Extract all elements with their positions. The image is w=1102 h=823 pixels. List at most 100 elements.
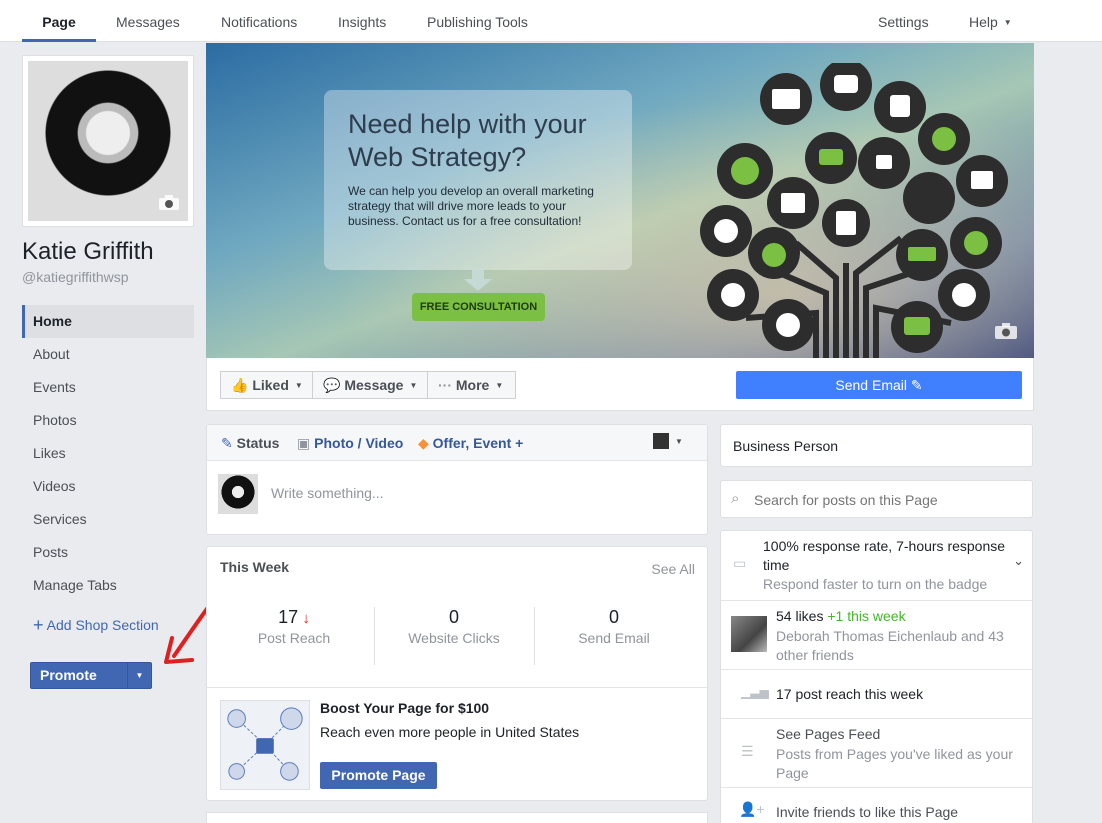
boost-illustration bbox=[220, 700, 310, 790]
top-navigation: Page Messages Notifications Insights Pub… bbox=[0, 0, 1102, 42]
news-feed-icon: ☰ bbox=[741, 743, 754, 759]
tab-help[interactable]: Help ▼ bbox=[969, 0, 1012, 42]
free-consultation-button: FREE CONSULTATION bbox=[412, 293, 545, 321]
sidebar-nav: Home About Events Photos Likes Videos Se… bbox=[22, 305, 194, 602]
help-label: Help bbox=[969, 14, 998, 30]
chevron-down-icon: ▼ bbox=[294, 381, 303, 390]
promote-button[interactable]: Promote ▼ bbox=[30, 662, 152, 689]
camera-icon[interactable] bbox=[158, 195, 180, 211]
response-rate-sub: Respond faster to turn on the badge bbox=[763, 576, 988, 592]
tab-publishing-tools[interactable]: Publishing Tools bbox=[427, 0, 528, 42]
stat-send-email[interactable]: 0 Send Email bbox=[534, 607, 694, 667]
message-button[interactable]: 💬 Message ▼ bbox=[312, 371, 428, 399]
offer-event-label: Offer, Event + bbox=[432, 435, 524, 451]
chevron-down-icon[interactable]: ⌄ bbox=[1013, 553, 1024, 569]
post-composer: ✎ Status ▣ Photo / Video ◆ Offer, Event … bbox=[206, 424, 708, 535]
add-friend-icon: 👤+ bbox=[739, 801, 765, 817]
cover-photo[interactable]: Need help with your Web Strategy? We can… bbox=[206, 43, 1034, 358]
composer-tab-status[interactable]: ✎ Status bbox=[221, 435, 279, 452]
this-week-card: This Week See All 17 ↓ Post Reach 0 Webs… bbox=[206, 546, 708, 801]
chat-bubble-icon: ▭ bbox=[733, 555, 747, 571]
avatar bbox=[218, 474, 258, 514]
sidebar-item-services[interactable]: Services bbox=[22, 503, 194, 536]
sidebar-item-photos[interactable]: Photos bbox=[22, 404, 194, 437]
composer-tab-photo-video[interactable]: ▣ Photo / Video bbox=[297, 435, 403, 452]
stat-value: 0 bbox=[448, 607, 459, 627]
sidebar-item-events[interactable]: Events bbox=[22, 371, 194, 404]
page-handle[interactable]: @katiegriffithwsp bbox=[22, 269, 129, 285]
invite-friends-row[interactable]: 👤+ Invite friends to like this Page bbox=[721, 787, 1032, 823]
stat-value: 0 bbox=[608, 607, 619, 627]
stat-label: Send Email bbox=[578, 630, 650, 646]
liked-button[interactable]: 👍 Liked ▼ bbox=[220, 371, 313, 399]
ellipsis-icon: ··· bbox=[438, 377, 452, 393]
search-posts-input[interactable] bbox=[754, 489, 1024, 511]
down-arrow-icon bbox=[464, 269, 492, 291]
send-email-button[interactable]: Send Email ✎ bbox=[736, 371, 1022, 399]
pages-feed-title: See Pages Feed bbox=[776, 726, 881, 742]
camera-icon[interactable] bbox=[994, 322, 1018, 340]
divider bbox=[207, 687, 707, 688]
promote-label: Promote bbox=[40, 667, 97, 683]
tab-page[interactable]: Page bbox=[22, 0, 96, 42]
category-card: Business Person bbox=[720, 424, 1033, 467]
sidebar-item-posts[interactable]: Posts bbox=[22, 536, 194, 569]
post-as-selector[interactable]: ▼ bbox=[653, 433, 683, 449]
send-email-label: Send Email bbox=[835, 377, 907, 393]
pages-feed-sub: Posts from Pages you've liked as your Pa… bbox=[776, 746, 1013, 781]
thumbs-up-icon: 👍 bbox=[231, 377, 249, 393]
stat-label: Post Reach bbox=[257, 630, 331, 646]
see-all-link[interactable]: See All bbox=[651, 561, 695, 577]
add-shop-label: Add Shop Section bbox=[46, 617, 159, 633]
composer-input[interactable]: Write something... bbox=[271, 485, 384, 501]
promote-page-button[interactable]: Promote Page bbox=[320, 762, 437, 789]
sidebar-item-home[interactable]: Home bbox=[22, 305, 194, 338]
liked-label: Liked bbox=[252, 377, 289, 393]
next-card bbox=[206, 812, 708, 823]
stat-post-reach[interactable]: 17 ↓ Post Reach bbox=[214, 607, 374, 667]
stat-label: Website Clicks bbox=[408, 630, 500, 646]
arrow-down-icon: ↓ bbox=[298, 610, 310, 627]
pages-feed-row[interactable]: ☰ See Pages Feed Posts from Pages you've… bbox=[721, 718, 1032, 787]
boost-subtitle: Reach even more people in United States bbox=[320, 724, 580, 740]
page-action-bar: 👍 Liked ▼ 💬 Message ▼ ··· More ▼ Send Email… bbox=[206, 358, 1034, 411]
stat-value: 17 bbox=[278, 607, 299, 627]
sidebar-item-videos[interactable]: Videos bbox=[22, 470, 194, 503]
page-category[interactable]: Business Person bbox=[733, 437, 838, 456]
messenger-icon: 💬 bbox=[323, 377, 341, 393]
profile-picture[interactable] bbox=[22, 55, 194, 227]
status-label: Status bbox=[236, 435, 280, 451]
sidebar-item-likes[interactable]: Likes bbox=[22, 437, 194, 470]
stat-website-clicks[interactable]: 0 Website Clicks bbox=[374, 607, 534, 667]
chevron-down-icon[interactable]: ▼ bbox=[127, 663, 151, 688]
tab-insights[interactable]: Insights bbox=[338, 0, 386, 42]
invite-friends-text: Invite friends to like this Page bbox=[776, 804, 959, 820]
sidebar-item-about[interactable]: About bbox=[22, 338, 194, 371]
this-week-title: This Week bbox=[220, 559, 289, 575]
likes-thumbnail bbox=[731, 616, 767, 652]
likes-row[interactable]: 54 likes +1 this week Deborah Thomas Eic… bbox=[721, 600, 1032, 669]
offer-tag-icon: ◆ bbox=[418, 435, 429, 451]
social-icons-tree-illustration bbox=[700, 63, 1008, 358]
avatar bbox=[28, 61, 188, 221]
composer-tab-offer-event[interactable]: ◆ Offer, Event + bbox=[418, 435, 523, 452]
boost-title: Boost Your Page for $100 bbox=[320, 700, 490, 716]
post-reach-row[interactable]: ▁▃▅ 17 post reach this week bbox=[721, 669, 1032, 718]
tab-notifications[interactable]: Notifications bbox=[221, 0, 297, 42]
search-posts-card: ⌕ bbox=[720, 480, 1033, 518]
add-shop-section-link[interactable]: + Add Shop Section bbox=[33, 615, 159, 636]
photo-video-label: Photo / Video bbox=[314, 435, 404, 451]
cover-headline: Need help with your Web Strategy? bbox=[348, 109, 587, 172]
likes-this-week: +1 this week bbox=[827, 608, 906, 624]
message-label: Message bbox=[344, 377, 404, 393]
chevron-down-icon: ▼ bbox=[1003, 18, 1012, 27]
post-reach-text: 17 post reach this week bbox=[776, 686, 924, 702]
cover-body: We can help you develop an overall marke… bbox=[348, 184, 594, 228]
chevron-down-icon: ▼ bbox=[675, 437, 683, 446]
tab-settings[interactable]: Settings bbox=[878, 0, 929, 42]
response-rate-row[interactable]: ▭ 100% response rate, 7-hours response t… bbox=[721, 531, 1032, 600]
tab-messages[interactable]: Messages bbox=[116, 0, 180, 42]
more-button[interactable]: ··· More ▼ bbox=[427, 371, 516, 399]
cover-promo-card: Need help with your Web Strategy? We can… bbox=[324, 90, 632, 270]
likes-count: 54 likes bbox=[776, 608, 824, 624]
